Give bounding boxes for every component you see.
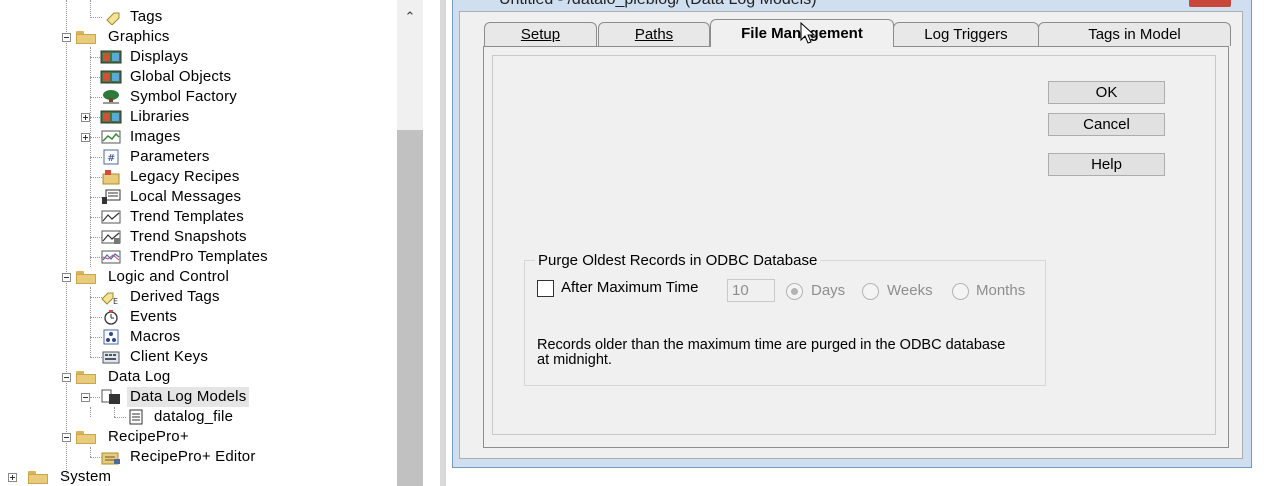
tab-paths[interactable]: Paths	[598, 22, 710, 46]
trend-snapshots-icon	[100, 229, 122, 245]
tab-log-triggers[interactable]: Log Triggers	[893, 22, 1039, 46]
close-button[interactable]	[1189, 0, 1231, 7]
tree-item-data-log[interactable]: Data Log	[56, 367, 173, 387]
scroll-up-arrow-icon[interactable]: ⌃	[397, 4, 423, 30]
svg-text:#: #	[107, 153, 115, 164]
dialog-title: Untitled - /datalo_pieblog/ (Data Log Mo…	[499, 0, 817, 9]
tree-item-trend-snapshots[interactable]: Trend Snapshots	[86, 227, 250, 247]
local-messages-icon	[100, 189, 122, 205]
purge-note: Records older than the maximum time are …	[537, 337, 1006, 368]
tree-item-datalog-file[interactable]: datalog_file	[110, 407, 236, 427]
collapse-icon[interactable]	[62, 33, 71, 42]
folder-icon	[76, 370, 96, 384]
images-icon	[100, 129, 122, 145]
collapse-icon[interactable]	[62, 373, 71, 382]
macros-icon	[100, 329, 122, 345]
tab-label: Paths	[634, 26, 674, 43]
tree-item-tags[interactable]: Tags	[86, 7, 166, 27]
expand-icon[interactable]	[81, 113, 90, 122]
tree-item-system[interactable]: System	[6, 467, 114, 486]
cancel-button[interactable]: Cancel	[1048, 113, 1165, 136]
tree-connector	[66, 0, 67, 478]
data-log-models-icon	[100, 389, 122, 405]
tab-setup[interactable]: Setup	[484, 22, 597, 46]
tree-item-trend-templates[interactable]: Trend Templates	[86, 207, 247, 227]
groupbox-title: Purge Oldest Records in ODBC Database	[535, 252, 821, 269]
tab-label: Setup	[520, 26, 561, 43]
project-explorer-tree: Tags Graphics Displays Global Objects Sy…	[0, 0, 397, 486]
tab-label: Log Triggers	[924, 26, 1008, 43]
tab-tags-in-model[interactable]: Tags in Model	[1038, 22, 1231, 46]
tree-item-macros[interactable]: Macros	[86, 327, 183, 347]
libraries-icon	[100, 109, 122, 125]
tree-item-libraries[interactable]: Libraries	[80, 107, 192, 127]
tree-item-global-objects[interactable]: Global Objects	[86, 67, 234, 87]
parameters-icon: #	[100, 149, 122, 165]
tree-scrollbar[interactable]: ⌃	[397, 0, 423, 486]
events-icon	[100, 309, 122, 325]
after-maximum-time-checkbox[interactable]	[537, 280, 554, 297]
tree-item-local-messages[interactable]: Local Messages	[86, 187, 244, 207]
expand-icon[interactable]	[8, 473, 17, 482]
document-icon	[126, 409, 146, 425]
tree-item-displays[interactable]: Displays	[86, 47, 191, 67]
folder-icon	[76, 270, 96, 284]
months-radio[interactable]	[952, 283, 969, 300]
client-keys-icon	[100, 349, 122, 365]
tag-icon	[104, 9, 122, 26]
svg-text:E: E	[113, 297, 118, 305]
collapse-icon[interactable]	[62, 273, 71, 282]
expand-icon[interactable]	[81, 133, 90, 142]
after-maximum-time-label[interactable]: After Maximum Time	[561, 279, 699, 296]
maximum-time-value: 10	[732, 282, 749, 299]
display-icon	[100, 49, 122, 65]
months-label[interactable]: Months	[976, 282, 1025, 299]
panel-gap	[423, 0, 440, 486]
days-radio[interactable]	[786, 283, 803, 300]
maximum-time-input[interactable]: 10	[727, 279, 775, 302]
folder-icon	[76, 430, 96, 444]
weeks-radio[interactable]	[862, 283, 879, 300]
tree-item-graphics[interactable]: Graphics	[56, 27, 173, 47]
purge-records-groupbox: Purge Oldest Records in ODBC Database Af…	[524, 252, 1046, 386]
panel-splitter[interactable]	[440, 0, 446, 486]
dialog-titlebar[interactable]: Untitled - /datalo_pieblog/ (Data Log Mo…	[453, 0, 1251, 11]
scrollbar-thumb[interactable]	[397, 130, 423, 486]
legacy-recipes-icon	[100, 169, 122, 185]
ok-button[interactable]: OK	[1048, 81, 1165, 104]
tree-item-derived-tags[interactable]: E Derived Tags	[86, 287, 223, 307]
help-button[interactable]: Help	[1048, 153, 1165, 176]
tab-label: Tags in Model	[1088, 26, 1181, 43]
tree-item-trendpro-templates[interactable]: TrendPro Templates	[86, 247, 271, 267]
dialog-client-area: Setup Paths File Management Log Triggers…	[459, 11, 1243, 459]
folder-icon	[76, 30, 96, 44]
tree-item-client-keys[interactable]: Client Keys	[86, 347, 211, 367]
tree-item-data-log-models[interactable]: Data Log Models	[80, 387, 250, 407]
tree-item-recipepro-plus[interactable]: RecipePro+	[56, 427, 192, 447]
folder-icon	[28, 470, 48, 484]
tree-item-events[interactable]: Events	[86, 307, 180, 327]
collapse-icon[interactable]	[62, 433, 71, 442]
weeks-label[interactable]: Weeks	[887, 282, 933, 299]
tree-item-recipepro-editor[interactable]: RecipePro+ Editor	[86, 447, 259, 467]
recipepro-editor-icon	[100, 449, 122, 465]
tree-item-symbol-factory[interactable]: Symbol Factory	[86, 87, 240, 107]
tree-connector	[90, 407, 91, 417]
tree-item-parameters[interactable]: # Parameters	[86, 147, 213, 167]
file-management-panel: OK Cancel Help Purge Oldest Records in O…	[483, 46, 1229, 448]
tree-item-legacy-recipes[interactable]: Legacy Recipes	[86, 167, 243, 187]
days-label[interactable]: Days	[811, 282, 845, 299]
tree-item-logic-and-control[interactable]: Logic and Control	[56, 267, 232, 287]
global-objects-icon	[100, 69, 122, 85]
tree-item-images[interactable]: Images	[80, 127, 183, 147]
derived-tags-icon: E	[100, 289, 122, 306]
trendpro-templates-icon	[100, 249, 122, 265]
data-log-model-dialog: Untitled - /datalo_pieblog/ (Data Log Mo…	[452, 0, 1252, 468]
collapse-icon[interactable]	[81, 393, 90, 402]
symbol-factory-icon	[100, 89, 122, 105]
trend-templates-icon	[100, 209, 122, 225]
